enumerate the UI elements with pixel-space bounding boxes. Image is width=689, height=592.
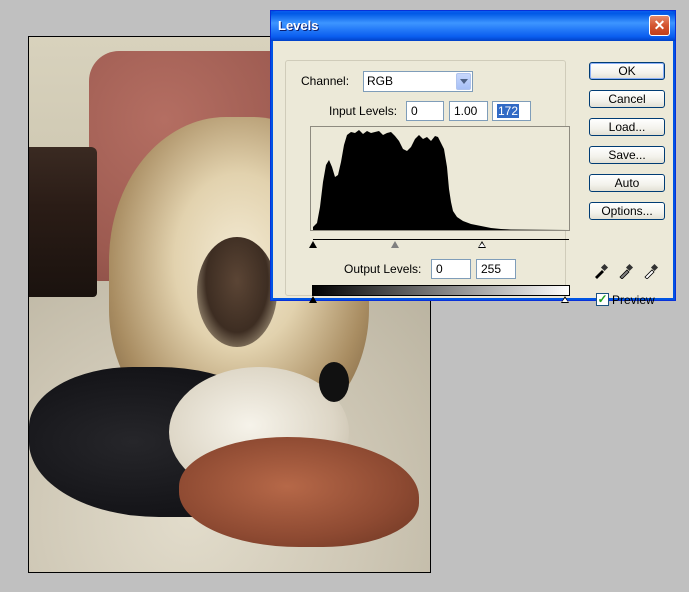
white-eyedropper-icon[interactable] <box>643 263 659 279</box>
cancel-button[interactable]: Cancel <box>589 90 665 108</box>
output-black-value: 0 <box>436 262 443 276</box>
ok-button[interactable]: OK <box>589 62 665 80</box>
input-white-value: 172 <box>497 104 520 118</box>
checkmark-icon: ✓ <box>597 292 608 306</box>
histogram <box>310 126 570 231</box>
output-levels-label: Output Levels: <box>344 262 422 276</box>
photo-dog-face <box>197 237 277 347</box>
input-black-field[interactable]: 0 <box>406 101 444 121</box>
preview-label: Preview <box>612 293 655 307</box>
dialog-titlebar[interactable]: Levels ✕ <box>271 11 675 41</box>
input-gamma-field[interactable]: 1.00 <box>449 101 488 121</box>
photo-toy-eye <box>319 362 349 402</box>
levels-group: Channel: RGB Input Levels: 0 1.00 172 Ou… <box>285 60 570 303</box>
input-slider-track <box>313 239 569 240</box>
dialog-body: Channel: RGB Input Levels: 0 1.00 172 Ou… <box>275 41 671 307</box>
photo-table <box>29 147 97 297</box>
dialog-title: Levels <box>278 18 319 33</box>
input-gamma-slider[interactable] <box>391 241 399 248</box>
input-gamma-value: 1.00 <box>454 104 478 118</box>
input-black-slider[interactable] <box>309 241 317 248</box>
input-black-value: 0 <box>411 104 418 118</box>
output-black-slider[interactable] <box>309 296 317 303</box>
options-button[interactable]: Options... <box>589 202 665 220</box>
preview-checkbox[interactable]: ✓ <box>596 293 609 306</box>
close-icon: ✕ <box>653 17 666 33</box>
output-white-value: 255 <box>481 262 502 276</box>
load-button[interactable]: Load... <box>589 118 665 136</box>
output-black-field[interactable]: 0 <box>431 259 471 279</box>
levels-dialog: Levels ✕ Channel: RGB Input Levels: 0 1.… <box>270 10 676 307</box>
input-levels-label: Input Levels: <box>329 104 398 118</box>
output-white-slider[interactable] <box>561 296 569 303</box>
black-eyedropper-icon[interactable] <box>593 263 609 279</box>
chevron-down-icon[interactable] <box>456 73 471 90</box>
histogram-graph <box>313 130 569 230</box>
output-white-field[interactable]: 255 <box>476 259 516 279</box>
save-button[interactable]: Save... <box>589 146 665 164</box>
auto-button[interactable]: Auto <box>589 174 665 192</box>
output-gradient-bar <box>312 285 570 296</box>
close-button[interactable]: ✕ <box>649 15 670 36</box>
channel-label: Channel: <box>301 74 350 88</box>
input-white-field[interactable]: 172 <box>492 101 531 121</box>
channel-select[interactable]: RGB <box>363 71 473 92</box>
input-white-slider[interactable] <box>478 241 486 248</box>
gray-eyedropper-icon[interactable] <box>618 263 634 279</box>
channel-value: RGB <box>367 74 394 88</box>
